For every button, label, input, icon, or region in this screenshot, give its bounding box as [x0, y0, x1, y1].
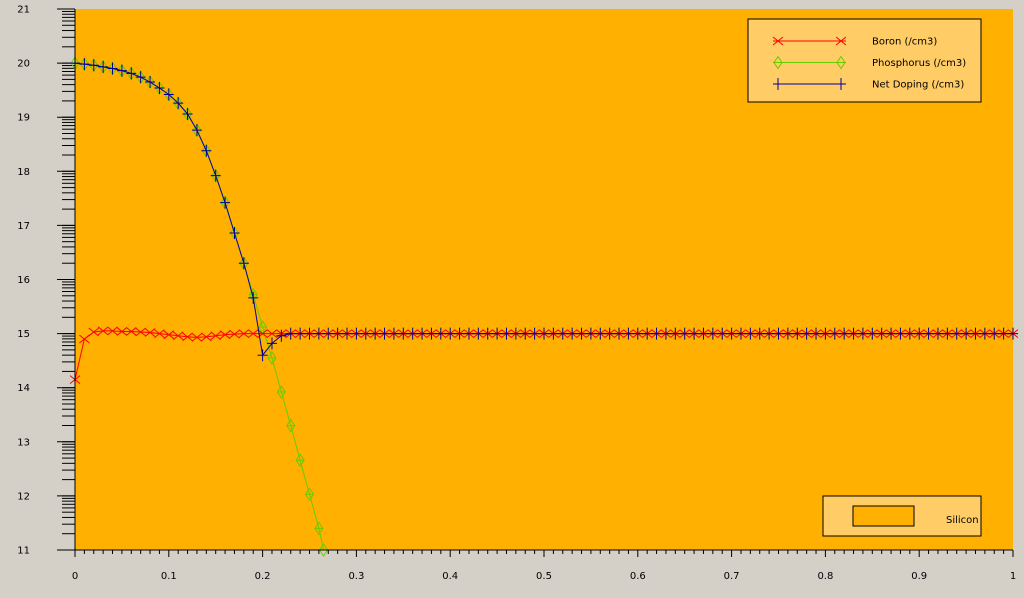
region-label-silicon: Silicon	[946, 515, 979, 526]
x-tick-label: 0	[72, 571, 78, 582]
x-tick-label: 0.3	[348, 571, 364, 582]
y-tick-label: 11	[17, 546, 30, 557]
y-tick-label: 12	[17, 491, 30, 502]
x-tick-label: 0.8	[817, 571, 833, 582]
y-tick-label: 13	[17, 437, 30, 448]
legend-label-net: Net Doping (/cm3)	[872, 80, 964, 91]
x-tick-label: 0.5	[536, 571, 552, 582]
y-tick-label: 21	[17, 5, 30, 16]
x-tick-label: 0.4	[442, 571, 458, 582]
region-legend: Silicon	[822, 495, 982, 537]
y-tick-label: 18	[17, 167, 30, 178]
region-swatch-silicon	[852, 505, 915, 527]
x-tick-label: 0.9	[911, 571, 927, 582]
doping-profile-chart: 11 12 13 14 15 16 17 18 19 20 21 0 0.1 0.2 0.3 0.4 0.5 0.…	[0, 0, 1024, 593]
x-tick-label: 0.2	[255, 571, 271, 582]
x-tick-label: 0.7	[724, 571, 740, 582]
y-tick-label: 17	[17, 221, 30, 232]
series-legend: Boron (/cm3) Phosphorus (/cm3) Net Doping …	[747, 18, 982, 103]
x-tick-label: 0.1	[161, 571, 177, 582]
chart-canvas: 11 12 13 14 15 16 17 18 19 20 21 0 0.1 0.2 0.3 0.4 0.5 0.…	[0, 0, 1024, 593]
y-tick-label: 16	[17, 275, 30, 286]
y-tick-label: 19	[17, 113, 30, 124]
x-tick-label: 0.6	[630, 571, 646, 582]
y-tick-label: 14	[17, 383, 30, 394]
y-tick-label: 20	[17, 59, 30, 70]
y-tick-label: 15	[17, 329, 30, 340]
x-tick-label: 1	[1010, 571, 1016, 582]
legend-label-boron: Boron (/cm3)	[872, 37, 937, 48]
legend-label-phosphorus: Phosphorus (/cm3)	[872, 58, 966, 69]
